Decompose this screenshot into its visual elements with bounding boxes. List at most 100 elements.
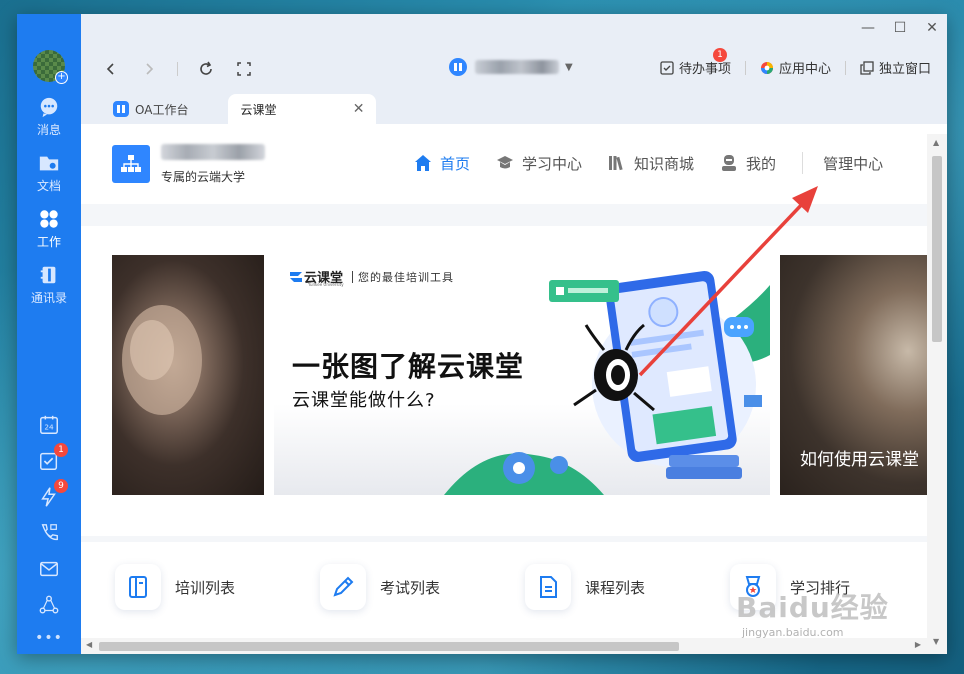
quick-exam-list[interactable]: 考试列表 xyxy=(320,564,525,610)
standalone-window-label: 独立窗口 xyxy=(878,62,931,77)
header-spacer xyxy=(81,204,927,226)
toolbar-divider xyxy=(744,60,746,75)
top-toolbar: 待办事项 1 应用中心 独立窗口 xyxy=(660,48,931,77)
section-spacer xyxy=(81,536,927,542)
rail-item-work[interactable]: 工作 xyxy=(17,208,81,250)
share-nodes-icon xyxy=(39,595,59,614)
todo-button[interactable]: 1 xyxy=(38,443,68,472)
menu-knowledge-mall[interactable]: 知识商城 xyxy=(608,153,694,174)
window-copy-icon xyxy=(860,60,874,75)
quick-icon-box xyxy=(115,564,161,610)
close-icon[interactable]: ✕ xyxy=(925,20,939,36)
tab-cloud-classroom[interactable]: 云课堂 ✕ xyxy=(228,94,377,124)
back-button[interactable] xyxy=(101,59,121,79)
main-menu: 首页 学习中心 知识商城 我的 管理中心 xyxy=(414,152,909,174)
app-center-label: 应用中心 xyxy=(778,62,831,77)
tab-label: 云课堂 xyxy=(240,102,277,117)
menu-divider xyxy=(802,152,804,174)
tab-bar: OA工作台 云课堂 ✕ xyxy=(101,94,377,124)
pencil-icon xyxy=(333,576,354,597)
standalone-window-button[interactable]: 独立窗口 xyxy=(860,58,931,77)
vertical-scroll-thumb[interactable] xyxy=(932,156,942,342)
books-icon xyxy=(609,156,623,171)
mail-button[interactable] xyxy=(38,558,60,580)
app-window: + 消息 文档 工作 通讯录 24 1 9 ••• — ☐ ✕ ▼ 待办事项 1… xyxy=(17,14,947,654)
tab-close-icon[interactable]: ✕ xyxy=(353,101,365,117)
grid-icon xyxy=(40,210,58,228)
menu-mine[interactable]: 我的 xyxy=(720,153,776,174)
watermark-sub: jingyan.baidu.com xyxy=(742,626,844,639)
add-status-icon[interactable]: + xyxy=(55,71,68,84)
rail-item-label: 消息 xyxy=(36,123,61,137)
training-list-icon xyxy=(129,576,147,598)
nav-divider xyxy=(177,62,178,76)
todo-items-button[interactable]: 待办事项 1 xyxy=(660,48,731,77)
banner-slide-next[interactable]: 如何使用云课堂 xyxy=(780,255,940,495)
vertical-scrollbar[interactable]: ▲ ▼ xyxy=(927,134,947,654)
site-logo[interactable] xyxy=(112,145,150,183)
org-chart-icon xyxy=(121,155,141,172)
rail-item-messages[interactable]: 消息 xyxy=(17,96,81,138)
minimize-icon[interactable]: — xyxy=(861,20,875,36)
checkbox-icon xyxy=(660,60,674,75)
folder-icon xyxy=(39,156,59,171)
todo-items-badge: 1 xyxy=(712,48,727,62)
window-controls: — ☐ ✕ xyxy=(861,20,939,36)
quick-label: 课程列表 xyxy=(585,578,646,597)
caret-down-icon: ▼ xyxy=(565,61,573,73)
graduation-cap-icon xyxy=(497,156,514,169)
menu-admin-center[interactable]: 管理中心 xyxy=(823,153,883,174)
chevron-right-icon xyxy=(146,63,154,75)
page-content: 专属的云端大学 首页 学习中心 知识商城 我的 管理中心 云课堂 您的最佳培训工… xyxy=(81,124,947,654)
site-name-redacted xyxy=(161,144,265,160)
flash-button[interactable]: 9 xyxy=(38,479,68,508)
scroll-up-icon[interactable]: ▲ xyxy=(933,138,939,147)
menu-home[interactable]: 首页 xyxy=(414,153,470,174)
calendar-button[interactable]: 24 xyxy=(38,414,60,436)
refresh-icon xyxy=(200,61,212,75)
horizontal-scrollbar[interactable]: ◀ ▶ xyxy=(81,638,927,654)
refresh-button[interactable] xyxy=(196,59,216,79)
scroll-left-icon[interactable]: ◀ xyxy=(86,640,92,649)
menu-label: 知识商城 xyxy=(634,154,695,173)
horizontal-scroll-thumb[interactable] xyxy=(99,642,679,651)
rail-item-docs[interactable]: 文档 xyxy=(17,152,81,194)
left-rail: + 消息 文档 工作 通讯录 24 1 9 ••• xyxy=(17,14,81,654)
organization-switcher[interactable]: ▼ xyxy=(449,58,573,76)
quick-course-list[interactable]: 课程列表 xyxy=(525,564,730,610)
tab-oa-workbench[interactable]: OA工作台 xyxy=(101,94,200,124)
menu-label: 首页 xyxy=(440,154,471,173)
flash-badge: 9 xyxy=(54,479,68,493)
quick-label: 考试列表 xyxy=(380,578,441,597)
watermark: Baidu经验 jingyan.baidu.com xyxy=(736,586,889,639)
forward-button[interactable] xyxy=(139,59,159,79)
site-subtitle: 专属的云端大学 xyxy=(161,170,246,184)
calendar-icon: 24 xyxy=(40,415,58,434)
rail-item-label: 文档 xyxy=(36,179,61,193)
banner-slide-prev[interactable] xyxy=(112,255,264,495)
app-center-button[interactable]: 应用中心 xyxy=(760,58,831,77)
quick-training-list[interactable]: 培训列表 xyxy=(115,564,320,610)
document-icon xyxy=(540,576,557,598)
banner-slide-current[interactable]: 云课堂 您的最佳培训工具 Yunkee University 一张图了解云课堂 … xyxy=(274,255,770,495)
avatar[interactable]: + xyxy=(33,50,68,84)
quick-icon-box xyxy=(320,564,366,610)
rail-item-contacts[interactable]: 通讯录 xyxy=(17,264,81,306)
photo-hand-image xyxy=(122,305,202,415)
menu-label: 我的 xyxy=(746,154,777,173)
scroll-right-icon[interactable]: ▶ xyxy=(915,640,921,649)
call-button[interactable] xyxy=(38,522,60,544)
menu-learning-center[interactable]: 学习中心 xyxy=(496,153,582,174)
expand-icon xyxy=(237,62,251,76)
scroll-down-icon[interactable]: ▼ xyxy=(933,637,939,646)
maximize-icon[interactable]: ☐ xyxy=(893,20,907,36)
fullscreen-button[interactable] xyxy=(234,59,254,79)
user-icon xyxy=(722,155,737,171)
share-button[interactable] xyxy=(38,594,60,616)
app-center-icon xyxy=(760,61,773,74)
more-icon[interactable]: ••• xyxy=(35,630,63,646)
toolbar-divider xyxy=(844,60,846,75)
menu-label: 管理中心 xyxy=(823,154,884,173)
quick-icon-box xyxy=(525,564,571,610)
quick-label: 培训列表 xyxy=(175,578,236,597)
